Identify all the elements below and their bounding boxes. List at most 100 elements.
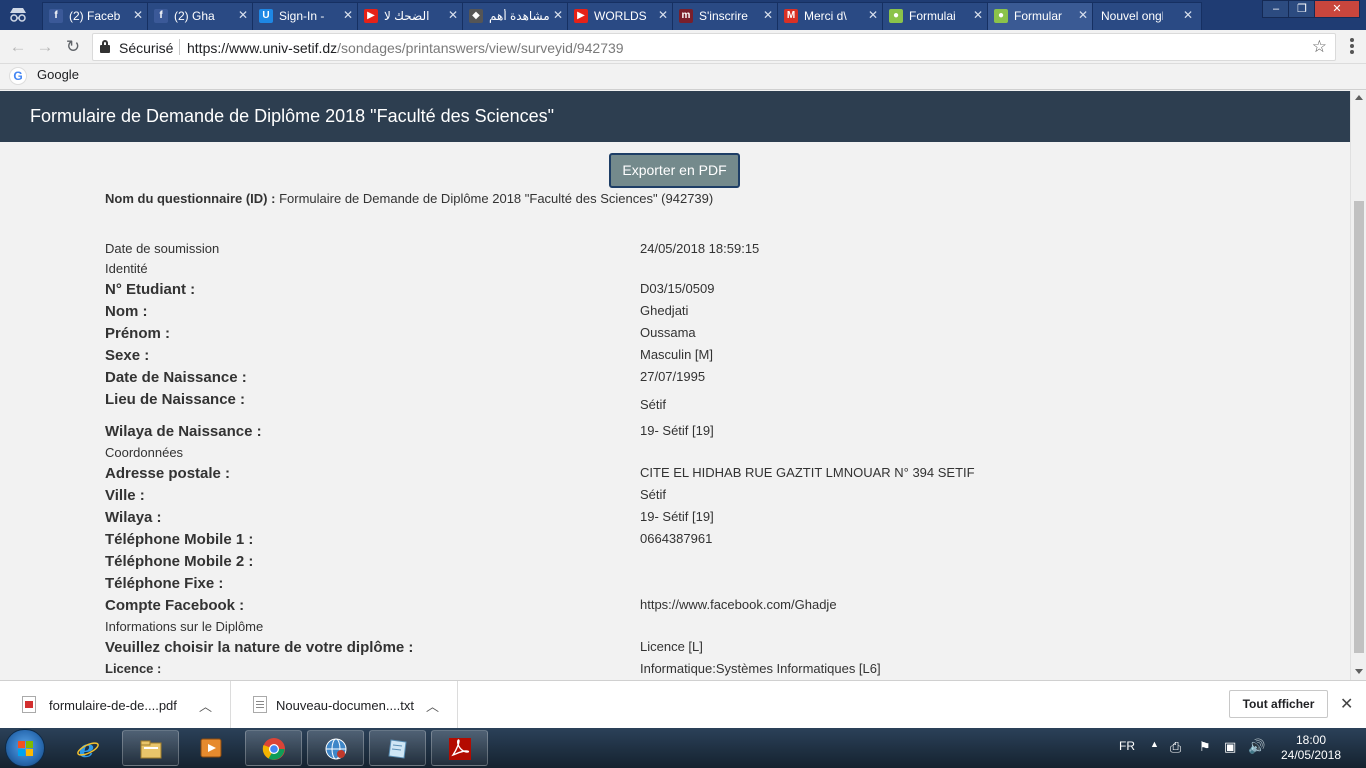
browser-tab[interactable]: M Merci d\ ✕	[777, 2, 887, 30]
gmail-icon: M	[784, 9, 798, 23]
minimize-button[interactable]: –	[1262, 0, 1290, 18]
tab-title: Formulai	[909, 9, 956, 23]
bookmark-google[interactable]: G Google	[9, 67, 79, 85]
scroll-up-arrow-icon[interactable]	[1355, 95, 1363, 100]
tab-close-icon[interactable]: ✕	[1078, 8, 1088, 22]
internet-explorer-taskbar-button[interactable]: e	[60, 730, 117, 766]
url-host: https://www.univ-setif.dz	[187, 40, 338, 56]
network-icon[interactable]: ▣	[1224, 739, 1236, 755]
page-scrollbar[interactable]	[1350, 91, 1366, 680]
facebook-icon: f	[49, 9, 63, 23]
tab-close-icon[interactable]: ✕	[238, 8, 248, 22]
tab-close-icon[interactable]: ✕	[133, 8, 143, 22]
address-bar[interactable]: Sécurisé https://www.univ-setif.dz/sonda…	[92, 33, 1336, 61]
section-coordonnees: Coordonnées	[105, 445, 184, 460]
tab-close-icon[interactable]: ✕	[868, 8, 878, 22]
tab-title: (2) Gha	[174, 9, 215, 23]
tab-title: S'inscrire	[699, 9, 748, 23]
browser-tab[interactable]: ▶ الضحك لا ✕	[357, 2, 467, 30]
media-player-taskbar-button[interactable]	[183, 730, 240, 766]
tab-close-icon[interactable]: ✕	[343, 8, 353, 22]
survey-id-label: Nom du questionnaire (ID) :	[105, 191, 276, 206]
printer-icon[interactable]: ⎙	[1170, 739, 1181, 756]
answer-value: https://www.facebook.com/Ghadje	[640, 597, 837, 612]
answer-label: N° Etudiant :	[105, 281, 196, 298]
tab-title: مشاهدة أهم	[489, 9, 550, 23]
scrollbar-thumb[interactable]	[1354, 201, 1364, 653]
tab-close-icon[interactable]: ✕	[553, 8, 563, 22]
answer-value: 27/07/1995	[640, 369, 706, 384]
bookmark-star-icon[interactable]: ☆	[1312, 37, 1327, 57]
browser-tab[interactable]: Nouvel ongle ✕	[1092, 2, 1202, 30]
menu-dots-icon[interactable]	[1349, 36, 1355, 56]
download-filename: formulaire-de-de....pdf	[49, 698, 177, 713]
answer-label: Sexe :	[105, 347, 150, 364]
answer-label: Prénom :	[105, 325, 171, 342]
notepad-taskbar-button[interactable]	[369, 730, 426, 766]
browser-tab[interactable]: m S'inscrire ✕	[672, 2, 782, 30]
answer-value: 0664387961	[640, 531, 713, 546]
forward-arrow-icon[interactable]: →	[35, 37, 55, 57]
browser-tab[interactable]: U Sign-In - ✕	[252, 2, 362, 30]
answer-value: Informatique:Systèmes Informatiques [L6]	[640, 661, 881, 676]
browser-tab[interactable]: f (2) Faceb ✕	[42, 2, 152, 30]
browser-tab[interactable]: ▶ WORLDS ✕	[567, 2, 677, 30]
back-arrow-icon[interactable]: ←	[8, 37, 28, 57]
chevron-up-icon[interactable]: ︿	[426, 696, 439, 715]
tab-title: Formular	[1014, 9, 1063, 23]
browser-tab[interactable]: ◆ مشاهدة أهم ✕	[462, 2, 572, 30]
close-window-button[interactable]: ✕	[1314, 0, 1360, 18]
facebook-icon: f	[154, 9, 168, 23]
tab-close-icon[interactable]: ✕	[1183, 8, 1193, 22]
answer-label: Téléphone Fixe :	[105, 575, 224, 592]
answer-value: Ghedjati	[640, 303, 689, 318]
show-all-downloads-button[interactable]: Tout afficher	[1229, 690, 1328, 718]
tab-close-icon[interactable]: ✕	[763, 8, 773, 22]
start-button[interactable]	[5, 729, 45, 767]
network-tool-taskbar-button[interactable]	[307, 730, 364, 766]
u-logo-icon: U	[259, 9, 273, 23]
url-path: /sondages/printanswers/view/surveyid/942…	[337, 40, 624, 56]
tab-close-icon[interactable]: ✕	[448, 8, 458, 22]
limesurvey-icon: ●	[889, 9, 903, 23]
dark-logo-icon: ◆	[469, 9, 483, 23]
tab-title: Merci d\	[804, 9, 847, 23]
acrobat-icon	[449, 738, 471, 760]
tab-title: Nouvel ongle	[1101, 9, 1163, 23]
language-indicator[interactable]: FR	[1119, 739, 1135, 753]
browser-toolbar: ← → ↻ Sécurisé https://www.univ-setif.dz…	[0, 30, 1366, 64]
download-item-txt[interactable]: Nouveau-documen....txt ︿	[231, 681, 458, 729]
chevron-up-icon[interactable]: ︿	[199, 696, 212, 715]
download-item-pdf[interactable]: formulaire-de-de....pdf ︿	[0, 681, 231, 729]
file-explorer-taskbar-button[interactable]	[122, 730, 179, 766]
browser-tab[interactable]: ● Formulai ✕	[882, 2, 992, 30]
maximize-button[interactable]: ❐	[1288, 0, 1316, 18]
answer-label: Adresse postale :	[105, 465, 231, 482]
tab-title: Sign-In -	[279, 9, 325, 23]
scroll-down-arrow-icon[interactable]	[1355, 669, 1363, 674]
survey-id-value: Formulaire de Demande de Diplôme 2018 "F…	[279, 191, 714, 206]
close-icon[interactable]: ✕	[1340, 694, 1353, 714]
show-hidden-icons-icon[interactable]: ▲	[1150, 739, 1159, 749]
incognito-icon	[6, 6, 30, 24]
globe-icon	[325, 738, 347, 760]
chrome-taskbar-button[interactable]	[245, 730, 302, 766]
browser-tab[interactable]: f (2) Gha ✕	[147, 2, 257, 30]
dark-logo-icon: m	[679, 9, 693, 23]
tab-close-icon[interactable]: ✕	[658, 8, 668, 22]
answer-label: Date de soumission	[105, 241, 220, 256]
folder-icon	[140, 740, 162, 759]
export-pdf-button[interactable]: Exporter en PDF	[609, 153, 740, 188]
answer-value: D03/15/0509	[640, 281, 715, 296]
url-text[interactable]: https://www.univ-setif.dz/sondages/print…	[187, 40, 624, 56]
browser-tab[interactable]: ● Formular ✕	[987, 2, 1097, 30]
reload-icon[interactable]: ↻	[63, 37, 83, 57]
answer-value: Sétif	[640, 397, 667, 412]
lock-icon	[100, 40, 110, 53]
answer-label: Téléphone Mobile 1 :	[105, 531, 254, 548]
system-clock[interactable]: 18:00 24/05/2018	[1280, 733, 1342, 763]
acrobat-taskbar-button[interactable]	[431, 730, 488, 766]
action-center-flag-icon[interactable]: ⚑	[1199, 739, 1211, 755]
tab-close-icon[interactable]: ✕	[973, 8, 983, 22]
volume-icon[interactable]: 🔊	[1248, 738, 1265, 755]
